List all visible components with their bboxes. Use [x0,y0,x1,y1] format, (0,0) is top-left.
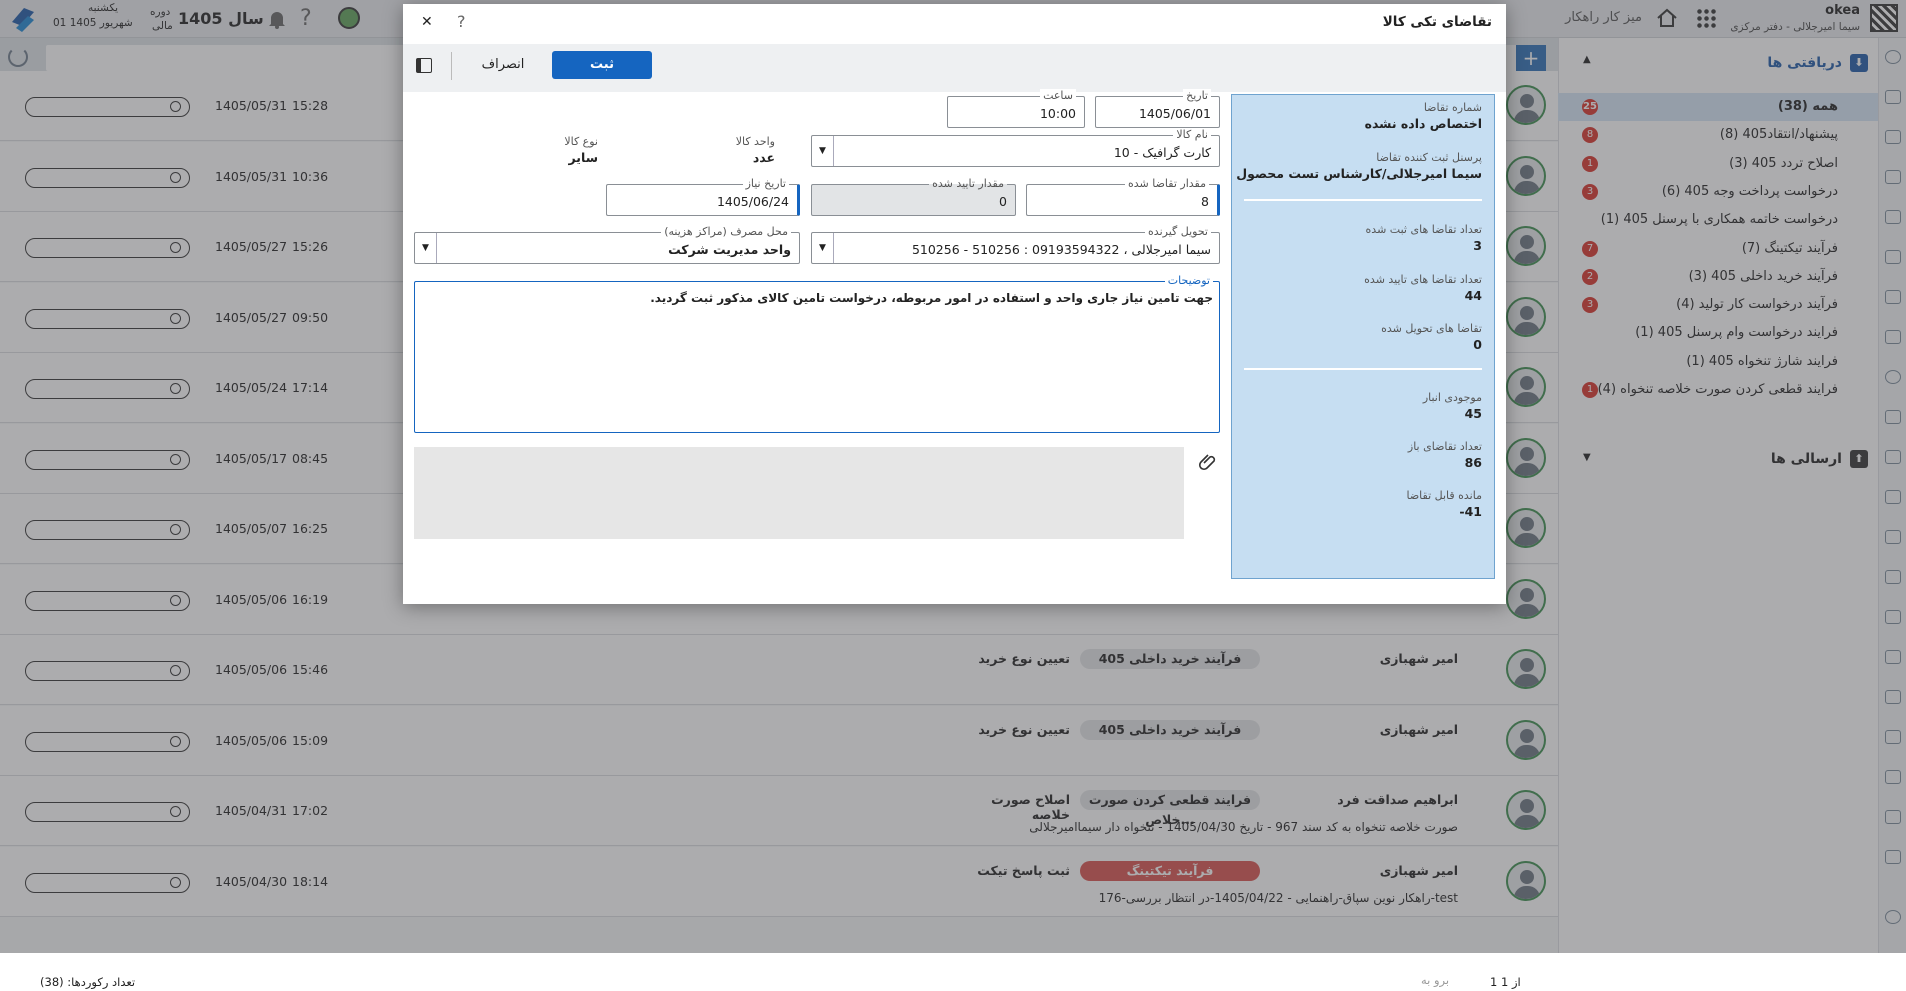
approved-qty-field: مقدار تایید شده 0 [811,177,1016,216]
registered-value: 3 [1473,238,1482,253]
time-field[interactable]: ساعت 10:00 [947,89,1085,128]
time-label: ساعت [1040,89,1076,102]
description-label: توضیحات [1164,274,1213,287]
list-footer: تعداد رکوردها: (38) برو به 1 از 1 [0,973,1558,991]
description-value: جهت تامین نیاز جاری واحد و استفاده در ام… [650,291,1213,305]
remaining-label: مانده قابل تقاضا [1406,489,1482,502]
side-panel-toggle-icon[interactable] [416,58,432,73]
need-date-value: 1405/06/24 [716,194,789,209]
goto-field[interactable]: برو به [1405,973,1465,989]
item-name-value: 10 - کارت گرافیک [1113,145,1211,160]
approved-qty-label: مقدار تایید شده [929,177,1007,190]
request-qty-label: مقدار تقاضا شده [1124,177,1209,190]
info-divider [1244,199,1482,201]
description-textarea[interactable]: توضیحات جهت تامین نیاز جاری واحد و استفا… [414,274,1220,433]
help-icon[interactable]: ? [457,12,466,31]
need-date-field[interactable]: تاریخ نیاز 1405/06/24 [606,177,800,216]
item-request-dialog: تقاضای تکی کالا ✕ ? انصراف ثبت شماره تقا… [403,4,1506,604]
requester-value: سیما امیرجلالی/کارشناس تست محصول [1236,166,1482,181]
chevron-down-icon[interactable]: ▼ [812,136,834,166]
receiver-label: تحویل گیرنده [1145,225,1211,238]
receiver-value: 510256 - 510256 : سیما امیرجلالی ، 09193… [911,242,1211,257]
remaining-value: -41 [1459,504,1482,519]
dialog-title: تقاضای تکی کالا [1382,14,1492,30]
approved-label: تعداد تقاضا های تایید شده [1364,273,1482,286]
pagination: 1 از 1 [1490,975,1521,989]
info-divider [1244,368,1482,370]
request-no-value: اختصاص داده نشده [1364,116,1482,131]
delivered-label: تقاضا های تحویل شده [1381,322,1482,335]
open-requests-label: تعداد تقاضای باز [1407,440,1482,453]
registered-label: تعداد تقاضا های ثبت شده [1365,223,1482,236]
date-value: 1405/06/01 [1138,106,1211,121]
approved-qty-value: 0 [999,194,1007,209]
toolbar-divider [451,52,452,80]
receiver-select[interactable]: ▼ تحویل گیرنده 510256 - 510256 : سیما ام… [811,225,1220,264]
cancel-button[interactable]: انصراف [463,51,543,79]
requester-label: پرسنل ثبت کننده تقاضا [1376,151,1482,164]
paperclip-icon[interactable] [1198,452,1218,472]
unit-value: عدد [752,150,775,165]
close-icon[interactable]: ✕ [421,14,433,30]
need-date-label: تاریخ نیاز [742,177,789,190]
stock-value: 45 [1464,406,1482,421]
submit-button[interactable]: ثبت [552,51,652,79]
attachment-area[interactable] [414,447,1184,539]
date-label: تاریخ [1183,89,1211,102]
cost-center-value: واحد مدیریت شرکت [668,242,791,257]
item-name-select[interactable]: ▼ نام کالا 10 - کارت گرافیک [811,128,1220,167]
item-type-label: نوع کالا [564,135,598,148]
request-info-box: شماره تقاضا اختصاص داده نشده پرسنل ثبت ک… [1231,94,1495,579]
request-qty-value: 8 [1201,194,1209,209]
chevron-down-icon[interactable]: ▼ [415,233,437,263]
request-qty-field[interactable]: مقدار تقاضا شده 8 [1026,177,1220,216]
dialog-toolbar: انصراف ثبت [403,44,1506,92]
stock-label: موجودی انبار [1422,391,1482,404]
date-field[interactable]: تاریخ 1405/06/01 [1095,89,1220,128]
record-count: تعداد رکوردها: (38) [40,975,136,989]
cost-center-label: محل مصرف (مراکز هزینه) [661,225,791,238]
item-type-value: سایر [568,150,598,165]
delivered-value: 0 [1473,337,1482,352]
open-requests-value: 86 [1464,455,1482,470]
unit-label: واحد کالا [735,135,775,148]
cost-center-select[interactable]: ▼ محل مصرف (مراکز هزینه) واحد مدیریت شرک… [414,225,800,264]
request-no-label: شماره تقاضا [1423,101,1482,114]
time-value: 10:00 [1039,106,1076,121]
chevron-down-icon[interactable]: ▼ [812,233,834,263]
approved-value: 44 [1464,288,1482,303]
item-name-label: نام کالا [1173,128,1211,141]
